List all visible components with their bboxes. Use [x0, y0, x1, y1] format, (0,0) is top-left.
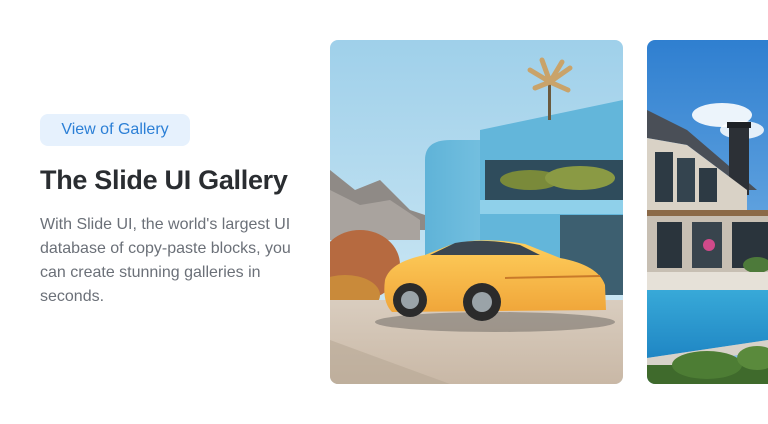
gallery-section: View of Gallery The Slide UI Gallery Wit…: [0, 0, 768, 424]
villa-pool-image: [647, 40, 768, 384]
section-title: The Slide UI Gallery: [40, 165, 288, 195]
gallery-card-villa[interactable]: [647, 40, 768, 384]
car-house-image: [330, 40, 623, 384]
gallery-card-car[interactable]: [330, 40, 623, 384]
view-gallery-badge[interactable]: View of Gallery: [40, 114, 190, 146]
section-description: With Slide UI, the world's largest UI da…: [40, 216, 291, 305]
